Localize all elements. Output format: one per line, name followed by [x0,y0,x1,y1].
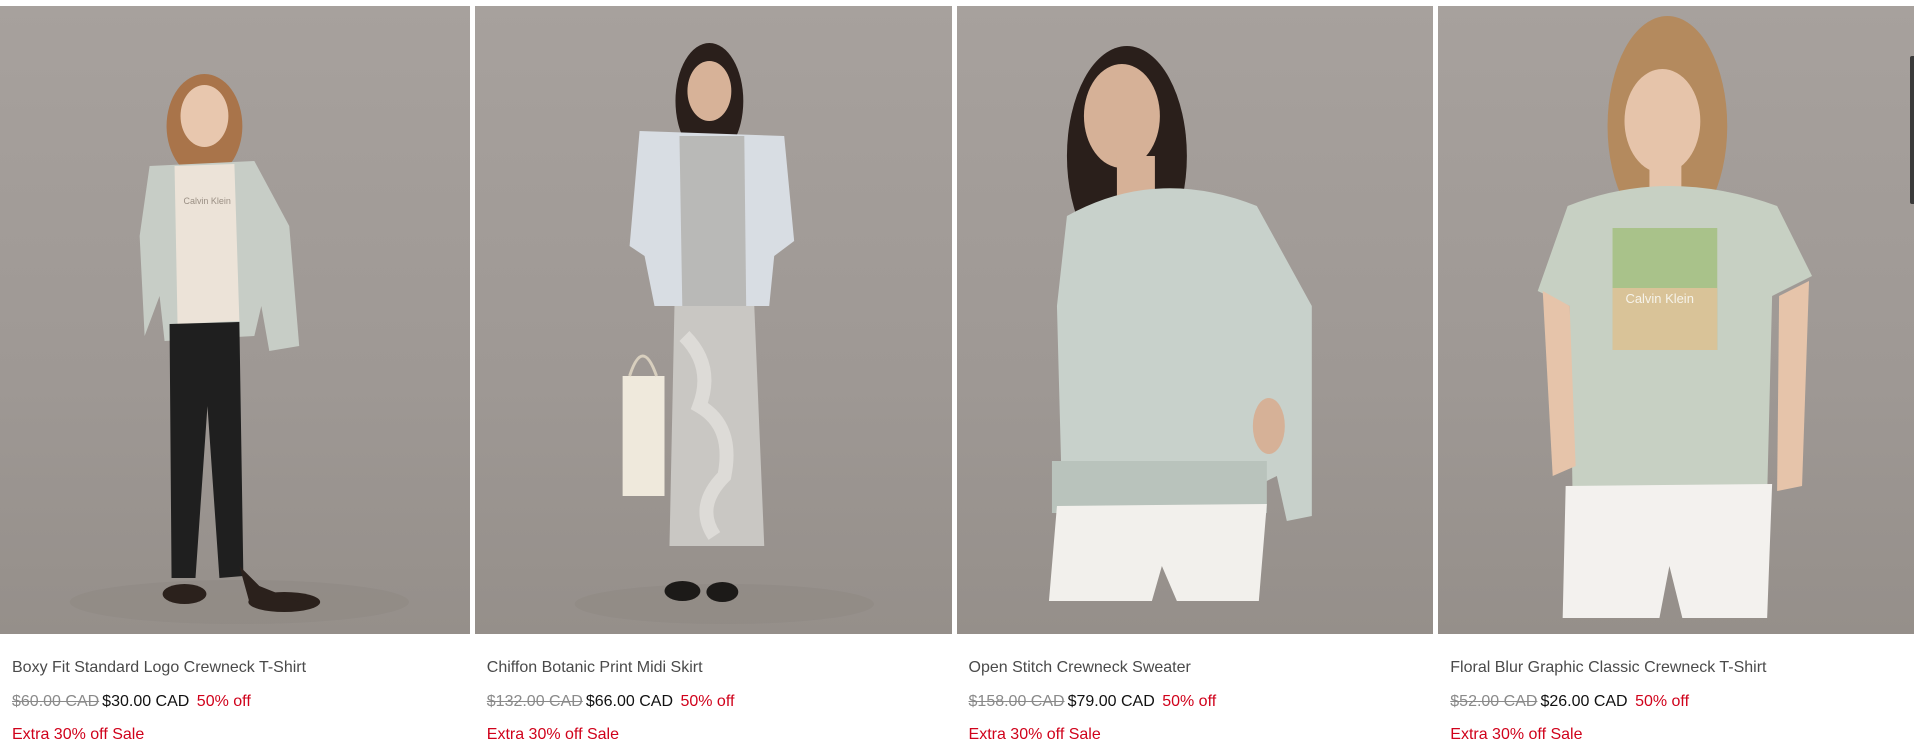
product-name[interactable]: Floral Blur Graphic Classic Crewneck T-S… [1450,658,1902,678]
original-price: $158.00 CAD [968,693,1065,710]
original-price: $60.00 CAD [12,693,100,710]
product-name[interactable]: Open Stitch Crewneck Sweater [969,658,1422,678]
product-image[interactable] [474,6,952,634]
product-image[interactable]: Calvin Klein [0,6,470,634]
product-card[interactable]: Calvin Klein Boxy Fit Standard Logo Crew… [0,6,470,750]
promo-label: Extra 30% off Sale [12,726,145,743]
promo-label: Extra 30% off Sale [1450,726,1583,743]
original-price: $132.00 CAD [486,693,583,710]
promo-label: Extra 30% off Sale [968,726,1101,743]
sale-price: $26.00 CAD [1540,693,1628,710]
product-prices: $60.00 CAD $30.00 CAD 50% off [12,692,458,712]
original-price: $52.00 CAD [1450,693,1538,710]
discount-label: 50% off [680,693,735,710]
product-grid: Calvin Klein Boxy Fit Standard Logo Crew… [0,6,1914,750]
promo-label: Extra 30% off Sale [486,726,619,743]
sale-price: $30.00 CAD [102,693,190,710]
sale-price: $79.00 CAD [1067,693,1155,710]
product-card[interactable]: Chiffon Botanic Print Midi Skirt $132.00… [474,6,952,750]
product-card[interactable]: Open Stitch Crewneck Sweater $158.00 CAD… [956,6,1434,750]
product-name[interactable]: Chiffon Botanic Print Midi Skirt [487,658,940,678]
product-info: Chiffon Botanic Print Midi Skirt $132.00… [475,634,952,745]
sale-price: $66.00 CAD [585,693,673,710]
discount-label: 50% off [1635,693,1690,710]
discount-label: 50% off [196,693,251,710]
shirt-logo-text: Calvin Klein [184,196,231,206]
product-card[interactable]: Calvin Klein Floral Blur Graphic Classic… [1438,6,1914,750]
shirt-logo-text: Calvin Klein [1626,291,1694,306]
product-info: Boxy Fit Standard Logo Crewneck T-Shirt … [0,634,470,745]
product-info: Floral Blur Graphic Classic Crewneck T-S… [1438,634,1914,745]
product-prices: $52.00 CAD $26.00 CAD 50% off [1450,692,1902,712]
product-image[interactable] [956,6,1434,634]
product-image[interactable]: Calvin Klein [1438,6,1914,634]
product-prices: $132.00 CAD $66.00 CAD 50% off [487,692,940,712]
product-prices: $158.00 CAD $79.00 CAD 50% off [969,692,1422,712]
discount-label: 50% off [1162,693,1217,710]
scrollbar-thumb[interactable] [1910,56,1914,204]
product-grid-page: Calvin Klein Boxy Fit Standard Logo Crew… [0,0,1914,750]
product-info: Open Stitch Crewneck Sweater $158.00 CAD… [957,634,1434,745]
product-name[interactable]: Boxy Fit Standard Logo Crewneck T-Shirt [12,658,458,678]
